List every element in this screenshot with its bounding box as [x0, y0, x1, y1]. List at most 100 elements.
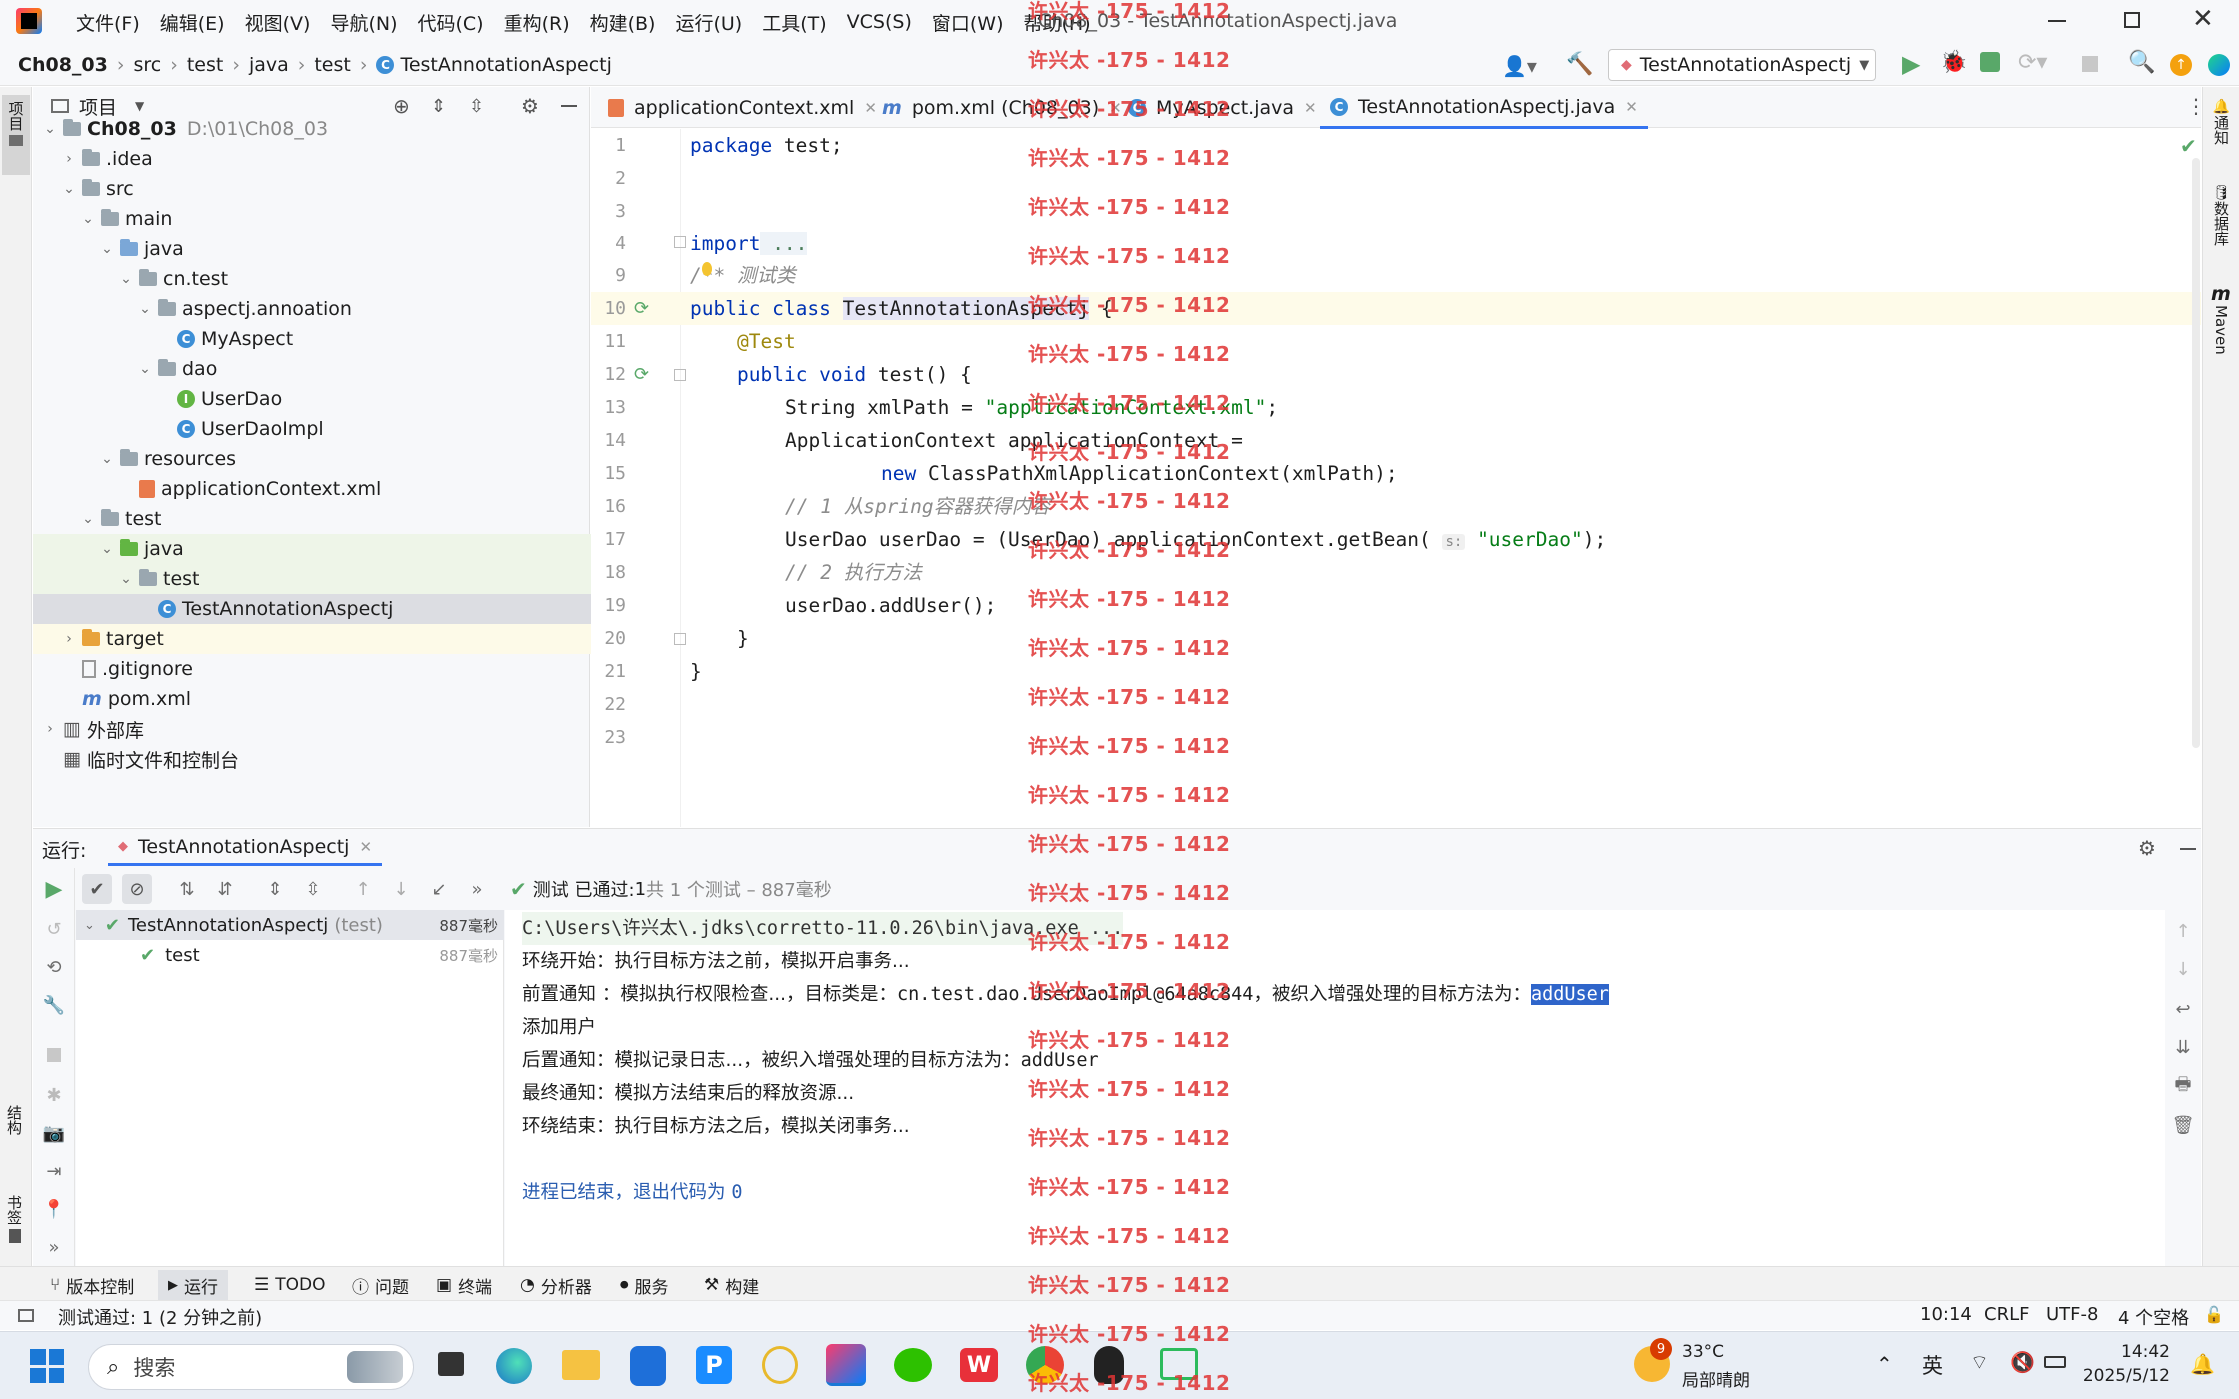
breadcrumb-item[interactable]: test — [314, 54, 351, 76]
update-icon[interactable]: ↑ — [2170, 54, 2192, 76]
task-view-icon[interactable] — [438, 1352, 464, 1376]
tool-terminal[interactable]: ▣ 终端 — [436, 1270, 492, 1300]
next-failed-icon[interactable]: ↓ — [386, 874, 416, 904]
run-test-gutter-icon[interactable]: ⟳ — [634, 364, 649, 385]
tree-item[interactable]: ⌄ Ch08_03 D:\01\Ch08_03 — [33, 114, 623, 144]
project-tool-button[interactable]: 项目 — [2, 95, 30, 175]
test-tree-row[interactable]: ⌄ ✔ TestAnnotationAspectj (test) 887毫秒 — [76, 910, 504, 940]
tree-item[interactable]: ⌄ java — [33, 234, 623, 264]
line-separator[interactable]: CRLF — [1984, 1304, 2029, 1325]
more-icon[interactable]: » — [39, 1232, 69, 1262]
bookmarks-tool-button[interactable]: 书签 — [4, 1195, 25, 1243]
jetbrains-icon[interactable] — [2208, 54, 2230, 76]
toggle-auto-test-icon[interactable]: ⟲ — [39, 952, 69, 982]
more-icon[interactable]: » — [462, 874, 492, 904]
tree-item[interactable]: C TestAnnotationAspectj — [33, 594, 623, 624]
status-message[interactable]: 测试通过: 1 (2 分钟之前) — [58, 1304, 262, 1330]
tree-item[interactable]: ⌄ main — [33, 204, 623, 234]
caret-position[interactable]: 10:14 — [1920, 1304, 1972, 1325]
bulb-icon[interactable] — [702, 262, 712, 276]
chevron-right-icon[interactable]: › — [60, 631, 78, 647]
status-panel-icon[interactable] — [18, 1309, 34, 1322]
menu-item[interactable]: 构建(B) — [580, 9, 666, 36]
menu-item[interactable]: 导航(N) — [320, 9, 407, 36]
stop-icon[interactable] — [39, 1040, 69, 1070]
tree-item[interactable]: ⌄ test — [33, 504, 623, 534]
close-window-button[interactable]: ✕ — [2192, 4, 2214, 34]
tool-services[interactable]: ⏺ 服务 — [620, 1270, 669, 1300]
show-passed-icon[interactable]: ✔ — [82, 874, 112, 904]
minimize-button[interactable] — [2048, 20, 2066, 22]
battery-icon[interactable] — [2044, 1356, 2066, 1368]
chevron-right-icon[interactable]: › — [41, 721, 59, 737]
tree-item[interactable]: ▦ 临时文件和控制台 — [33, 744, 623, 774]
taskbar-search[interactable]: ⌕ 搜索 — [88, 1344, 414, 1390]
tree-item[interactable]: › target — [33, 624, 623, 654]
menu-item[interactable]: 编辑(E) — [150, 9, 235, 36]
soft-wrap-icon[interactable]: ↩ — [2168, 994, 2198, 1024]
rerun-failed-icon[interactable]: ↺ — [39, 914, 69, 944]
run-test-gutter-icon[interactable]: ⟳ — [634, 298, 649, 319]
sort-duration-icon[interactable]: ⇵ — [210, 874, 240, 904]
tree-item[interactable]: ⌄ test — [33, 564, 623, 594]
chevron-down-icon[interactable]: ⌄ — [79, 211, 97, 227]
no-problems-check-icon[interactable]: ✔ — [2180, 134, 2197, 158]
app-icon-yellow[interactable] — [762, 1346, 798, 1384]
notification-bell-icon[interactable]: 🔔 — [2190, 1352, 2215, 1376]
app-icon-p[interactable]: P — [696, 1346, 732, 1384]
search-icon[interactable]: 🔍 — [2128, 50, 2155, 75]
tree-item[interactable]: › ▥ 外部库 — [33, 714, 623, 744]
file-encoding[interactable]: UTF-8 — [2046, 1304, 2098, 1325]
import-tests-icon[interactable]: ↙ — [424, 874, 454, 904]
close-tab-icon[interactable]: ✕ — [1304, 99, 1317, 117]
maven-tool-button[interactable]: m Maven — [2211, 283, 2231, 355]
fold-icon[interactable] — [674, 633, 686, 645]
tree-item[interactable]: ⌄ resources — [33, 444, 623, 474]
tab-pom-xml[interactable]: m pom.xml (Ch08_03) ✕ — [872, 88, 1132, 128]
chevron-down-icon[interactable]: ⌄ — [41, 121, 59, 137]
database-tool-button[interactable]: 🛢 数据库 — [2211, 185, 2232, 246]
tool-run[interactable]: ▶ 运行 — [158, 1270, 228, 1300]
breadcrumb-item[interactable]: Ch08_03 — [18, 54, 108, 76]
sort-alpha-icon[interactable]: ⇅ — [172, 874, 202, 904]
gear-icon[interactable]: ⚙ — [2138, 836, 2156, 860]
wechat-icon[interactable] — [894, 1348, 932, 1382]
dump-threads-icon[interactable]: ✱ — [39, 1080, 69, 1110]
app-icon-green[interactable] — [1160, 1348, 1198, 1380]
tool-vcs[interactable]: ⑂ 版本控制 — [50, 1270, 134, 1300]
exit-icon[interactable]: ⇥ — [39, 1156, 69, 1186]
rerun-icon[interactable]: ▶ — [39, 874, 69, 904]
tree-item[interactable]: ⌄ aspectj.annoation — [33, 294, 623, 324]
indent-setting[interactable]: 4 个空格 — [2118, 1304, 2189, 1330]
menu-item[interactable]: VCS(S) — [837, 11, 922, 33]
tab-myaspect-java[interactable]: C MyAspect.java ✕ — [1118, 88, 1327, 128]
build-hammer-icon[interactable]: 🔨 — [1566, 52, 1593, 77]
chevron-down-icon[interactable]: ⌄ — [98, 541, 116, 557]
tree-item[interactable]: ⌄ java — [33, 534, 623, 564]
run-config-select[interactable]: ◆ TestAnnotationAspectj ▼ — [1608, 49, 1876, 81]
show-ignored-icon[interactable]: ⊘ — [122, 874, 152, 904]
fold-icon[interactable] — [674, 369, 686, 381]
chevron-down-icon[interactable]: ⌄ — [136, 361, 154, 377]
breadcrumb-item[interactable]: TestAnnotationAspectj — [400, 54, 611, 76]
expand-all-icon[interactable]: ⇕ — [260, 874, 290, 904]
scroll-to-end-icon[interactable]: ⇊ — [2168, 1032, 2198, 1062]
tree-item[interactable]: ⌄ dao — [33, 354, 623, 384]
print-icon[interactable]: 🖶 — [2168, 1072, 2198, 1102]
editor-scrollbar[interactable] — [2192, 158, 2200, 748]
chevron-down-icon[interactable]: ⌄ — [60, 181, 78, 197]
run-icon[interactable]: ▶ — [1902, 50, 1920, 78]
wps-icon[interactable]: W — [960, 1348, 998, 1382]
tray-chevron-up-icon[interactable]: ⌃ — [1876, 1352, 1893, 1376]
start-icon[interactable] — [30, 1349, 64, 1383]
hide-panel-icon[interactable] — [2180, 848, 2196, 850]
app-icon-blue[interactable] — [630, 1346, 666, 1386]
run-tab[interactable]: ◆ TestAnnotationAspectj ✕ — [108, 830, 383, 866]
tool-problems[interactable]: ⓘ 问题 — [352, 1270, 409, 1300]
coverage-icon[interactable] — [1980, 52, 2000, 72]
tree-item[interactable]: I UserDao — [33, 384, 623, 414]
tree-item[interactable]: m pom.xml — [33, 684, 623, 714]
structure-tool-button[interactable]: 结构 — [4, 1105, 25, 1135]
wrench-icon[interactable]: 🔧 — [39, 990, 69, 1020]
menu-item[interactable]: 视图(V) — [235, 9, 321, 36]
